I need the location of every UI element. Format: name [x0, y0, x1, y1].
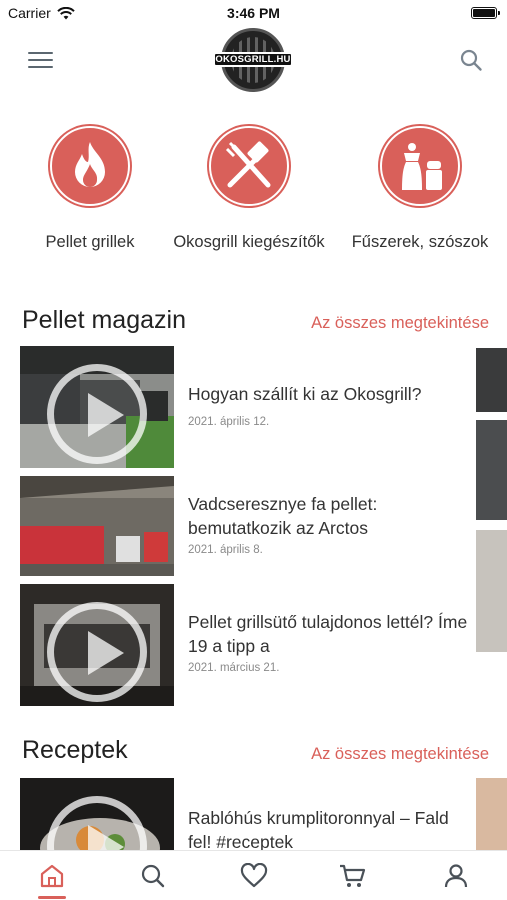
article-thumbnail — [20, 476, 174, 576]
next-article-peek[interactable] — [476, 530, 507, 652]
category-label: Okosgrill kiegészítők — [173, 233, 325, 251]
article-date: 2021. április 12. — [188, 416, 270, 428]
flame-icon — [75, 142, 105, 187]
article-card[interactable]: Hogyan szállít ki az Okosgrill? 2021. áp… — [20, 346, 470, 468]
recipe-title: Rablóhús krumplitoronnyal – Fald fel! #r… — [188, 808, 449, 850]
article-card[interactable]: Pellet grillsütő tulajdonos lettél? Íme … — [20, 584, 470, 706]
category-circle — [209, 126, 289, 206]
article-thumbnail — [20, 346, 174, 468]
category-spices[interactable]: Fűszerek, szószok — [340, 126, 500, 252]
recipe-card[interactable]: Rablóhús krumplitoronnyal – Fald fel! #r… — [20, 778, 470, 850]
next-recipe-peek[interactable] — [476, 778, 507, 850]
search-icon — [141, 864, 165, 888]
menu-line — [28, 59, 53, 62]
tab-account[interactable] — [436, 859, 476, 893]
status-time: 3:46 PM — [227, 5, 280, 21]
user-icon — [444, 864, 468, 888]
search-icon[interactable] — [459, 48, 483, 72]
category-circle — [50, 126, 130, 206]
salt-pepper-icon — [402, 143, 442, 190]
category-pellet-grills[interactable]: Pellet grillek — [10, 126, 170, 252]
recipe-thumbnail — [20, 778, 174, 850]
app-header: OKOSGRILL.HU — [0, 28, 507, 92]
section-title-recipes: Receptek — [22, 736, 128, 764]
category-label: Pellet grillek — [45, 233, 135, 251]
tab-cart[interactable] — [332, 859, 372, 893]
category-row: Pellet grillek Okosgrill kiegészítők Fűs… — [0, 126, 507, 286]
category-label: Fűszerek, szószok — [351, 233, 489, 251]
article-title: Vadcseresznye fa pellet: bemutatkozik az… — [188, 494, 378, 538]
play-icon — [47, 364, 147, 464]
cart-icon — [340, 864, 366, 887]
tab-home[interactable] — [32, 859, 72, 893]
status-bar: Carrier 3:46 PM — [0, 0, 507, 28]
play-icon — [47, 602, 147, 702]
next-article-peek[interactable] — [476, 420, 507, 520]
brand-logo[interactable]: OKOSGRILL.HU — [213, 28, 293, 94]
article-date: 2021. március 21. — [188, 662, 280, 674]
logo-text: OKOSGRILL.HU — [213, 52, 293, 67]
tab-bar — [0, 850, 507, 900]
recipes-see-all-link[interactable]: Az összes megtekintése — [311, 745, 489, 764]
category-accessories[interactable]: Okosgrill kiegészítők — [169, 126, 329, 252]
next-article-peek[interactable] — [476, 348, 507, 412]
menu-button[interactable] — [28, 52, 53, 70]
article-card[interactable]: Vadcseresznye fa pellet: bemutatkozik az… — [20, 476, 470, 598]
app-screen: Carrier 3:46 PM OKOSGRILL.HU Pellet gril… — [0, 0, 507, 900]
article-date: 2021. április 8. — [188, 544, 263, 556]
tab-favorites[interactable] — [234, 859, 274, 893]
grill-tools-icon — [225, 141, 271, 188]
heart-icon — [240, 863, 268, 888]
menu-line — [28, 52, 53, 55]
article-title: Hogyan szállít ki az Okosgrill? — [188, 384, 422, 404]
menu-line — [28, 66, 53, 69]
section-title-magazine: Pellet magazin — [22, 306, 186, 334]
article-title: Pellet grillsütő tulajdonos lettél? Íme … — [188, 612, 468, 656]
battery-icon — [471, 7, 500, 19]
category-circle — [380, 126, 460, 206]
active-tab-indicator — [38, 896, 66, 899]
magazine-see-all-link[interactable]: Az összes megtekintése — [311, 314, 489, 333]
tab-search[interactable] — [133, 859, 173, 893]
article-thumbnail — [20, 584, 174, 706]
home-icon — [40, 864, 64, 888]
